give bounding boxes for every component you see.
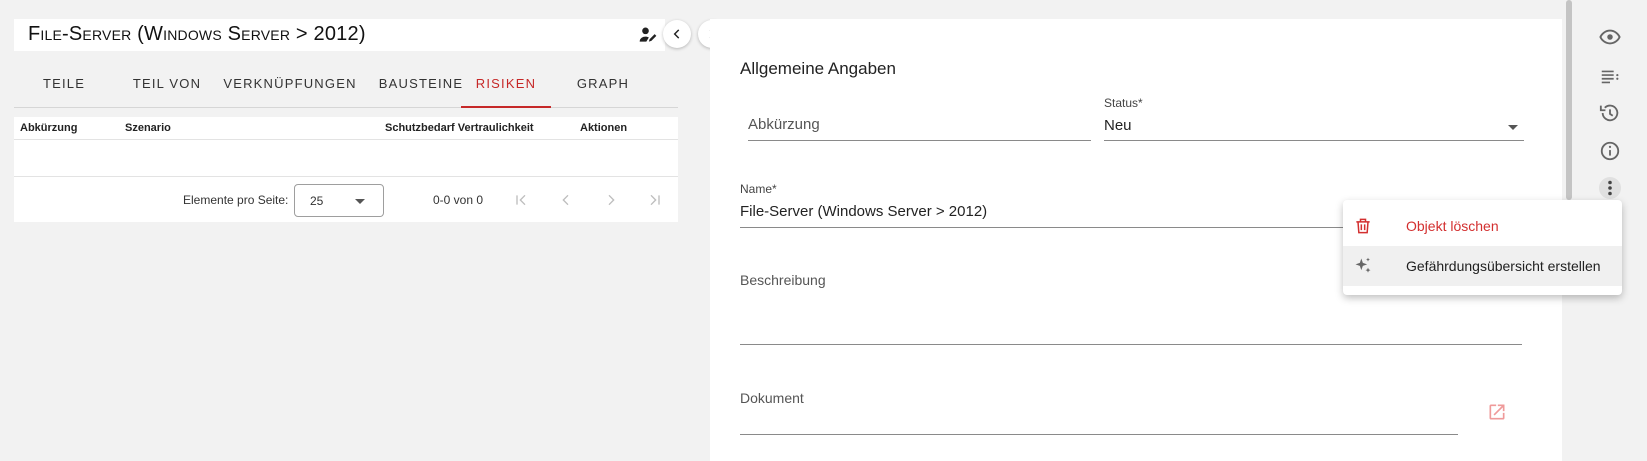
name-label: Name* — [740, 182, 777, 196]
tab-risiken[interactable]: RISIKEN — [461, 66, 551, 108]
list-icon-svg — [1601, 70, 1619, 84]
column-header-schutzbedarf[interactable]: Schutzbedarf Vertraulichkeit — [385, 122, 534, 134]
column-header-szenario[interactable]: Szenario — [125, 122, 171, 134]
items-per-page-value: 25 — [310, 194, 324, 208]
last-page-button[interactable] — [644, 189, 666, 211]
actions-menu: Objekt löschen Gefährdungsübersicht erst… — [1343, 200, 1622, 295]
last-page-icon — [650, 194, 660, 206]
name-value: File-Server (Windows Server > 2012) — [740, 203, 988, 220]
sparkle-icon — [1355, 257, 1371, 273]
chevron-left-icon — [673, 29, 680, 39]
trash-icon — [1356, 218, 1370, 234]
description-label: Beschreibung — [740, 272, 826, 288]
first-page-button[interactable] — [510, 189, 532, 211]
risk-table: Abkürzung Szenario Schutzbedarf Vertraul… — [14, 117, 678, 222]
previous-page-button[interactable] — [555, 189, 577, 211]
menu-item-create-threat-overview-label: Gefährdungsübersicht erstellen — [1406, 258, 1601, 274]
eye-icon-svg — [1599, 29, 1621, 45]
tab-teile[interactable]: TEILE — [24, 66, 104, 108]
items-per-page-select[interactable]: 25 — [294, 184, 384, 217]
column-header-aktionen: Aktionen — [580, 122, 628, 134]
history-icon[interactable] — [1598, 101, 1622, 125]
more-vertical-icon[interactable] — [1598, 176, 1622, 200]
chevron-right-icon — [608, 194, 615, 206]
document-underline — [740, 434, 1458, 435]
scrollbar-thumb[interactable] — [1566, 0, 1572, 200]
first-page-icon — [516, 194, 526, 206]
tab-bausteine[interactable]: BAUSTEINE — [366, 66, 476, 108]
more-vertical-icon-svg — [1599, 177, 1621, 199]
status-label: Status* — [1104, 96, 1143, 110]
name-underline — [740, 227, 1350, 228]
tab-teil-von[interactable]: TEIL VON — [112, 66, 222, 108]
collapse-left-button[interactable] — [663, 20, 691, 48]
menu-item-delete-object[interactable]: Objekt löschen — [1343, 206, 1622, 246]
abbreviation-placeholder: Abkürzung — [748, 116, 820, 133]
menu-item-create-threat-overview[interactable]: Gefährdungsübersicht erstellen — [1343, 246, 1622, 286]
table-divider — [14, 139, 678, 140]
eye-icon[interactable] — [1598, 25, 1622, 49]
chevron-left-icon — [562, 194, 569, 206]
column-header-abkuerzung[interactable]: Abkürzung — [20, 122, 77, 134]
pagination-range: 0-0 von 0 — [433, 193, 484, 207]
info-icon[interactable] — [1598, 139, 1622, 163]
section-title: Allgemeine Angaben — [740, 59, 896, 78]
description-underline — [740, 344, 1522, 345]
list-icon[interactable] — [1598, 64, 1622, 88]
status-underline — [1104, 140, 1524, 141]
history-icon-svg — [1599, 104, 1619, 122]
menu-item-delete-label: Objekt löschen — [1406, 218, 1499, 234]
object-title-bar: File-Server (Windows Server > 2012) — [14, 19, 665, 51]
tab-verknuepfungen[interactable]: VERKNÜPFUNGEN — [222, 66, 358, 108]
abbreviation-underline — [748, 140, 1091, 141]
tab-graph[interactable]: GRAPH — [561, 66, 645, 108]
page-title: File-Server (Windows Server > 2012) — [28, 23, 366, 45]
info-icon-svg — [1600, 141, 1620, 161]
dropdown-arrow-icon — [1508, 125, 1518, 130]
edit-person-icon[interactable] — [638, 25, 658, 45]
next-page-button[interactable] — [600, 189, 622, 211]
dropdown-arrow-icon — [355, 199, 365, 204]
items-per-page-label: Elemente pro Seite: — [183, 193, 289, 207]
document-label: Dokument — [740, 390, 804, 406]
tab-bar: TEILE TEIL VON VERKNÜPFUNGEN BAUSTEINE R… — [14, 66, 678, 108]
status-value: Neu — [1104, 117, 1132, 134]
open-in-new-icon[interactable] — [1487, 402, 1507, 422]
table-divider — [14, 176, 678, 177]
